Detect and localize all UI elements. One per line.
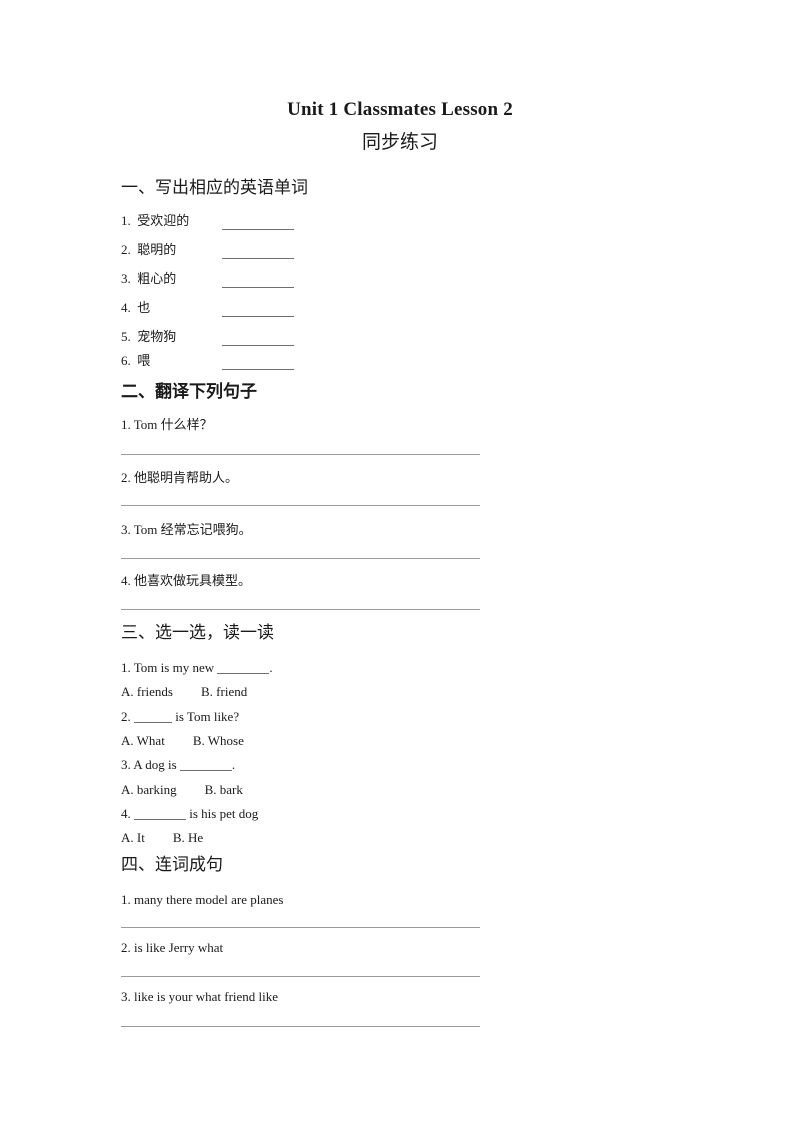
- vocab-item-5-term: 宠物狗: [137, 329, 177, 344]
- unscramble-answer-line-1[interactable]: [121, 927, 480, 928]
- translate-prompt-3: 3. Tom 经常忘记喂狗。: [121, 522, 252, 537]
- translate-answer-line-2[interactable]: [121, 505, 480, 506]
- mc-option-1b[interactable]: B. friend: [201, 684, 247, 699]
- mc-options-4: A. It B. He: [121, 829, 203, 846]
- vocab-answer-blank-5[interactable]: [222, 345, 294, 346]
- vocab-answer-blank-1[interactable]: [222, 229, 294, 230]
- mc-options-3: A. barking B. bark: [121, 781, 243, 798]
- mc-option-2b[interactable]: B. Whose: [193, 733, 244, 748]
- unscramble-prompt-3: 3. like is your what friend like: [121, 989, 279, 1004]
- vocab-item-3-label: 3. 粗心的: [121, 270, 176, 287]
- vocab-answer-blank-4[interactable]: [222, 316, 294, 317]
- translate-prompt-4: 4. 他喜欢做玩具模型。: [121, 573, 252, 588]
- vocab-item-3-term: 粗心的: [137, 271, 177, 286]
- section-heading-one: 一、写出相应的英语单词: [121, 178, 308, 197]
- unscramble-prompt-2: 2. is like Jerry what: [121, 940, 224, 955]
- mc-blank-4[interactable]: [134, 819, 186, 820]
- mc-blank-2[interactable]: [134, 722, 172, 723]
- translate-prompt-2: 2. 他聪明肯帮助人。: [121, 470, 239, 485]
- section-heading-two: 二、翻译下列句子: [121, 382, 257, 401]
- vocab-item-4-number: 4.: [121, 300, 131, 315]
- mc-stem-1-after: .: [269, 660, 273, 675]
- mc-options-1: A. friends B. friend: [121, 683, 247, 700]
- mc-option-3a[interactable]: A. barking: [121, 782, 177, 797]
- mc-stem-4-before: 4.: [121, 806, 134, 821]
- mc-stem-3-before: 3. A dog is: [121, 757, 180, 772]
- vocab-item-1-number: 1.: [121, 213, 131, 228]
- document-title: Unit 1 Classmates Lesson 2: [287, 99, 513, 120]
- vocab-item-2-number: 2.: [121, 242, 131, 257]
- vocab-item-1-label: 1. 受欢迎的: [121, 212, 189, 229]
- vocab-answer-blank-3[interactable]: [222, 287, 294, 288]
- vocab-item-6-number: 6.: [121, 353, 131, 368]
- mc-stem-2-before: 2.: [121, 709, 134, 724]
- vocab-item-5-label: 5. 宠物狗: [121, 328, 176, 345]
- document-subtitle: 同步练习: [361, 132, 438, 153]
- mc-stem-1-before: 1. Tom is my new: [121, 660, 218, 675]
- mc-stem-2-after: is Tom like?: [172, 709, 240, 724]
- translate-answer-line-1[interactable]: [121, 454, 480, 455]
- mc-option-2a[interactable]: A. What: [121, 733, 165, 748]
- mc-stem-4-after: is his pet dog: [186, 806, 259, 821]
- mc-stem-3: 3. A dog is .: [121, 756, 235, 773]
- mc-stem-4: 4. is his pet dog: [121, 805, 258, 822]
- section-heading-four: 四、连词成句: [121, 855, 223, 874]
- unscramble-prompt-1: 1. many there model are planes: [121, 892, 284, 907]
- mc-option-3b[interactable]: B. bark: [205, 782, 243, 797]
- mc-option-4a[interactable]: A. It: [121, 830, 145, 845]
- mc-blank-3[interactable]: [179, 770, 232, 771]
- vocab-item-4-label: 4. 也: [121, 299, 150, 316]
- vocab-answer-blank-6[interactable]: [222, 369, 294, 370]
- vocab-item-5-number: 5.: [121, 329, 131, 344]
- mc-option-1a[interactable]: A. friends: [121, 684, 173, 699]
- vocab-item-6-term: 喂: [137, 353, 151, 368]
- mc-option-4b[interactable]: B. He: [173, 830, 203, 845]
- mc-options-2: A. What B. Whose: [121, 732, 244, 749]
- vocab-answer-blank-2[interactable]: [222, 258, 294, 259]
- translate-answer-line-3[interactable]: [121, 558, 480, 559]
- vocab-item-2-term: 聪明的: [137, 242, 177, 257]
- mc-stem-3-after: .: [231, 757, 236, 772]
- mc-stem-1: 1. Tom is my new .: [121, 659, 273, 676]
- section-heading-three: 三、选一选，读一读: [121, 623, 274, 642]
- unscramble-answer-line-3[interactable]: [121, 1026, 480, 1027]
- vocab-item-3-number: 3.: [121, 271, 131, 286]
- translate-prompt-1: 1. Tom 什么样？: [121, 417, 213, 432]
- mc-blank-1[interactable]: [217, 673, 270, 674]
- worksheet-page: Unit 1 Classmates Lesson 2 同步练习 一、写出相应的英…: [0, 0, 800, 1131]
- vocab-item-4-term: 也: [137, 300, 151, 315]
- vocab-item-2-label: 2. 聪明的: [121, 241, 176, 258]
- vocab-item-6-label: 6. 喂: [121, 352, 150, 369]
- unscramble-answer-line-2[interactable]: [121, 976, 480, 977]
- translate-answer-line-4[interactable]: [121, 609, 480, 610]
- vocab-item-1-term: 受欢迎的: [137, 213, 190, 228]
- mc-stem-2: 2. is Tom like?: [121, 708, 239, 725]
